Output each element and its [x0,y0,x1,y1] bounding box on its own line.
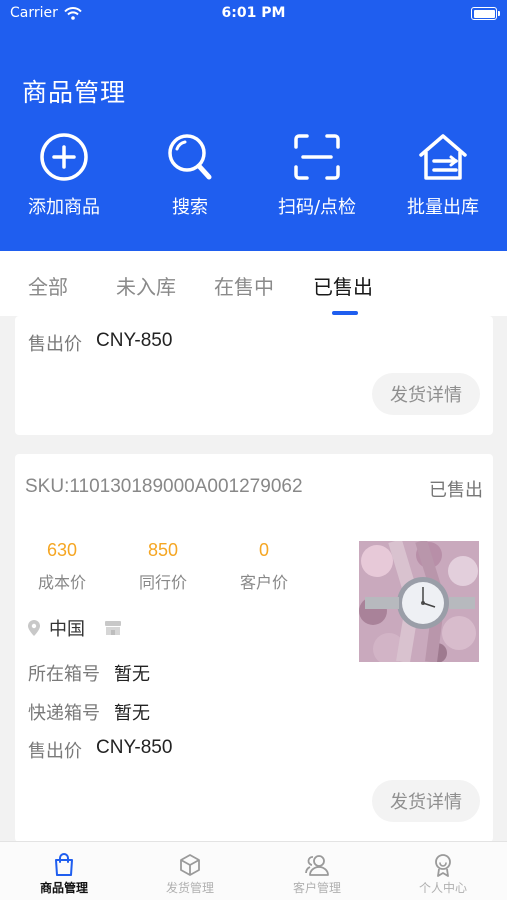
express-box-row: 快递箱号 暂无 [28,699,150,725]
watch-photo-image [359,541,479,662]
plus-circle-icon [40,133,88,181]
box-number-label: 所在箱号 [28,664,100,685]
scan-check-button[interactable]: 扫码/点检 [254,130,380,219]
product-photo[interactable] [359,541,479,662]
express-box-label: 快递箱号 [28,703,100,724]
shipping-detail-button[interactable]: 发货详情 [372,780,480,822]
nav-personal-center[interactable]: 个人中心 [380,842,506,900]
status-time: 6:01 PM [221,5,286,21]
nav-product-management[interactable]: 商品管理 [1,842,127,900]
customer-price-value: 0 [258,540,269,560]
batch-outbound-label: 批量出库 [407,197,479,218]
scan-icon [294,134,340,180]
nav-personal-center-label: 个人中心 [418,881,467,895]
shopping-bag-icon [55,853,73,876]
nav-customer-management[interactable]: 客户管理 [254,842,380,900]
box-number-row: 所在箱号 暂无 [28,660,150,686]
add-product-button[interactable]: 添加商品 [1,130,127,219]
page-title: 商品管理 [22,78,127,107]
status-tabs: 全部 未入库 在售中 已售出 [0,251,507,316]
express-box-value: 暂无 [114,703,150,724]
location-label: 中国 [49,619,85,640]
peer-price-label: 同行价 [138,573,187,592]
product-card[interactable]: 售出价 CNY-850 发货详情 [15,316,493,435]
sale-price-value: CNY-850 [96,330,173,351]
tab-on-sale[interactable]: 在售中 [214,271,274,300]
scan-check-label: 扫码/点检 [277,197,357,218]
customer-price-label: 客户价 [239,573,288,592]
location-pin-icon [28,620,40,636]
cost-price-label: 成本价 [37,573,86,592]
sku-label: SKU:110130189000A001279062 [25,476,303,497]
location-row: 中国 [27,615,123,641]
tab-not-stocked[interactable]: 未入库 [116,271,176,300]
sale-price-row: 售出价 CNY-850 [28,330,172,356]
nav-shipping-management-label: 发货管理 [165,881,214,895]
users-icon [305,855,329,876]
user-badge-icon [435,854,451,877]
status-bar: Carrier 6:01 PM [0,0,507,28]
quick-actions: 添加商品 搜索 扫码/点检 批量出库 [0,130,507,230]
box-number-value: 暂无 [114,664,150,685]
add-product-label: 添加商品 [28,197,100,218]
status-badge: 已售出 [429,480,483,501]
app-header: Carrier 6:01 PM 商品管理 添加商品 搜索 扫码/点检 批量出库 [0,0,507,251]
tab-all[interactable]: 全部 [28,271,68,300]
shipping-detail-button[interactable]: 发货详情 [372,373,480,415]
active-tab-indicator [332,311,358,315]
product-card[interactable]: SKU:110130189000A001279062 已售出 630 成本价 8… [15,454,493,842]
sale-price-row: 售出价 CNY-850 [28,737,172,763]
bottom-tab-bar: 商品管理 发货管理 客户管理 个人中心 [0,841,507,900]
search-icon [168,134,212,180]
nav-product-management-label: 商品管理 [39,881,88,895]
search-button[interactable]: 搜索 [127,130,253,219]
search-label: 搜索 [172,197,208,218]
box-icon [180,854,200,876]
peer-price-value: 850 [147,540,179,560]
nav-shipping-management[interactable]: 发货管理 [127,842,253,900]
battery-icon [471,7,500,20]
warehouse-out-icon [419,134,467,180]
batch-outbound-button[interactable]: 批量出库 [380,130,506,219]
customer-price: 0 客户价 [219,540,309,593]
tab-sold[interactable]: 已售出 [313,271,373,300]
nav-customer-management-label: 客户管理 [292,881,341,895]
peer-price: 850 同行价 [118,540,208,593]
sale-price-label: 售出价 [28,334,82,355]
cost-price: 630 成本价 [17,540,107,593]
cost-price-value: 630 [46,540,78,560]
store-icon [105,621,121,635]
sale-price-value: CNY-850 [96,737,173,758]
sale-price-label: 售出价 [28,741,82,762]
